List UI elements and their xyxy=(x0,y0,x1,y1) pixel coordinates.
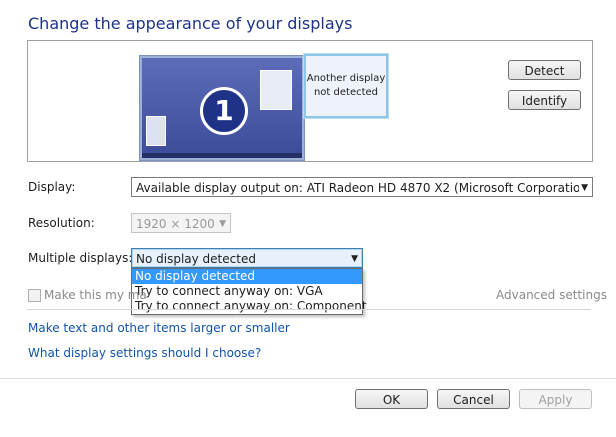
multiple-displays-dropdown-list: No display detected Try to connect anywa… xyxy=(131,268,367,315)
resolution-select: 1920 × 1200 ▼ xyxy=(131,213,231,233)
apply-button[interactable]: Apply xyxy=(519,389,592,409)
dropdown-option-component[interactable]: Try to connect anyway on: Component xyxy=(132,299,367,314)
detect-button[interactable]: Detect xyxy=(508,60,581,80)
multiple-displays-label: Multiple displays: xyxy=(28,251,133,265)
chevron-down-icon: ▼ xyxy=(219,219,226,229)
display-select[interactable]: Available display output on: ATI Radeon … xyxy=(131,177,593,197)
dropdown-option-vga[interactable]: Try to connect anyway on: VGA xyxy=(132,284,362,299)
mini-taskbar xyxy=(142,153,302,158)
chevron-down-icon: ▼ xyxy=(579,178,588,196)
multiple-displays-select[interactable]: No display detected ▼ xyxy=(131,248,363,268)
multiple-displays-select-value: No display detected xyxy=(136,252,256,266)
footer-divider xyxy=(0,378,616,379)
identify-button[interactable]: Identify xyxy=(508,90,581,110)
mini-window xyxy=(260,70,292,110)
display-select-value: Available display output on: ATI Radeon … xyxy=(136,181,593,195)
ok-button[interactable]: OK xyxy=(355,389,428,409)
monitor-2-thumbnail[interactable]: Another display not detected xyxy=(304,54,388,118)
primary-display-checkbox[interactable] xyxy=(28,289,41,302)
monitor-1-thumbnail[interactable]: 1 xyxy=(140,56,304,160)
chevron-down-icon: ▼ xyxy=(351,254,358,264)
cancel-button[interactable]: Cancel xyxy=(437,389,510,409)
text-size-link[interactable]: Make text and other items larger or smal… xyxy=(28,321,290,335)
display-preview-area: 1 Another display not detected Detect Id… xyxy=(27,40,593,162)
advanced-settings-link[interactable]: Advanced settings xyxy=(496,288,607,302)
resolution-select-value: 1920 × 1200 xyxy=(136,217,215,231)
divider xyxy=(27,309,591,310)
display-label: Display: xyxy=(28,180,76,194)
monitor-number: 1 xyxy=(200,87,248,135)
mini-window xyxy=(146,116,166,146)
display-help-link[interactable]: What display settings should I choose? xyxy=(28,346,261,360)
page-title: Change the appearance of your displays xyxy=(28,14,353,33)
resolution-label: Resolution: xyxy=(28,216,95,230)
monitor-2-label: Another display not detected xyxy=(306,73,386,98)
dropdown-option-no-display[interactable]: No display detected xyxy=(132,269,362,284)
primary-display-checkbox-label: Make this my ma xyxy=(44,288,147,302)
